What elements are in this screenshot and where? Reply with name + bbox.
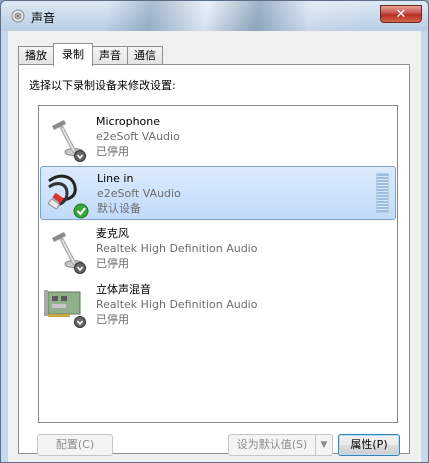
- device-status: 默认设备: [97, 202, 141, 215]
- set-default-button[interactable]: 设为默认值(S): [228, 434, 316, 456]
- speaker-icon: [11, 9, 25, 23]
- device-item-stereo-mix[interactable]: 立体声混音 Realtek High Definition Audio 已停用: [40, 278, 396, 332]
- device-name: Line in: [97, 172, 134, 185]
- sound-dialog: 声音 ✕ 播放 录制 声音 通信 选择以下录制设备来修改设置: Micropho…: [0, 0, 429, 463]
- recording-panel: 选择以下录制设备来修改设置: Microphone e2eSoft VAudio…: [18, 64, 410, 454]
- instruction-text: 选择以下录制设备来修改设置:: [29, 79, 176, 92]
- microphone-disabled-icon: [52, 232, 86, 274]
- device-driver: e2eSoft VAudio: [97, 187, 181, 200]
- device-status: 已停用: [96, 313, 129, 326]
- tab-playback[interactable]: 播放: [18, 46, 54, 65]
- device-item-microphone[interactable]: Microphone e2eSoft VAudio 已停用: [40, 110, 396, 164]
- set-default-dropdown[interactable]: ▼: [315, 434, 333, 456]
- device-list[interactable]: Microphone e2eSoft VAudio 已停用 Line in e2…: [38, 105, 398, 423]
- close-button[interactable]: ✕: [380, 5, 422, 23]
- configure-button[interactable]: 配置(C): [37, 434, 113, 456]
- device-status: 已停用: [96, 257, 129, 270]
- device-name: 立体声混音: [96, 283, 151, 296]
- tab-strip: 播放 录制 声音 通信: [18, 43, 163, 66]
- button-row: 配置(C) 设为默认值(S) ▼ 属性(P): [8, 431, 421, 459]
- device-driver: Realtek High Definition Audio: [96, 298, 258, 311]
- device-name: Microphone: [96, 115, 161, 128]
- tab-communications[interactable]: 通信: [127, 46, 163, 65]
- tab-recording[interactable]: 录制: [53, 43, 93, 66]
- level-meter: [376, 173, 389, 213]
- properties-button[interactable]: 属性(P): [338, 434, 400, 456]
- device-driver: e2eSoft VAudio: [96, 130, 180, 143]
- device-item-line-in[interactable]: Line in e2eSoft VAudio 默认设备: [40, 166, 396, 220]
- device-item-realtek-microphone[interactable]: 麦克风 Realtek High Definition Audio 已停用: [40, 222, 396, 276]
- line-in-cable-icon: [48, 174, 89, 219]
- dialog-client: 播放 录制 声音 通信 选择以下录制设备来修改设置: Microphone e2…: [8, 31, 421, 462]
- chevron-down-icon: ▼: [320, 440, 328, 450]
- close-icon: ✕: [395, 6, 407, 22]
- device-name: 麦克风: [96, 227, 129, 240]
- sound-card-disabled-icon: [44, 290, 86, 328]
- microphone-disabled-icon: [52, 120, 86, 162]
- tab-sounds[interactable]: 声音: [92, 46, 128, 65]
- title-bar[interactable]: 声音 ✕: [1, 1, 428, 31]
- window-title: 声音: [31, 11, 56, 25]
- device-driver: Realtek High Definition Audio: [96, 242, 258, 255]
- device-status: 已停用: [96, 145, 129, 158]
